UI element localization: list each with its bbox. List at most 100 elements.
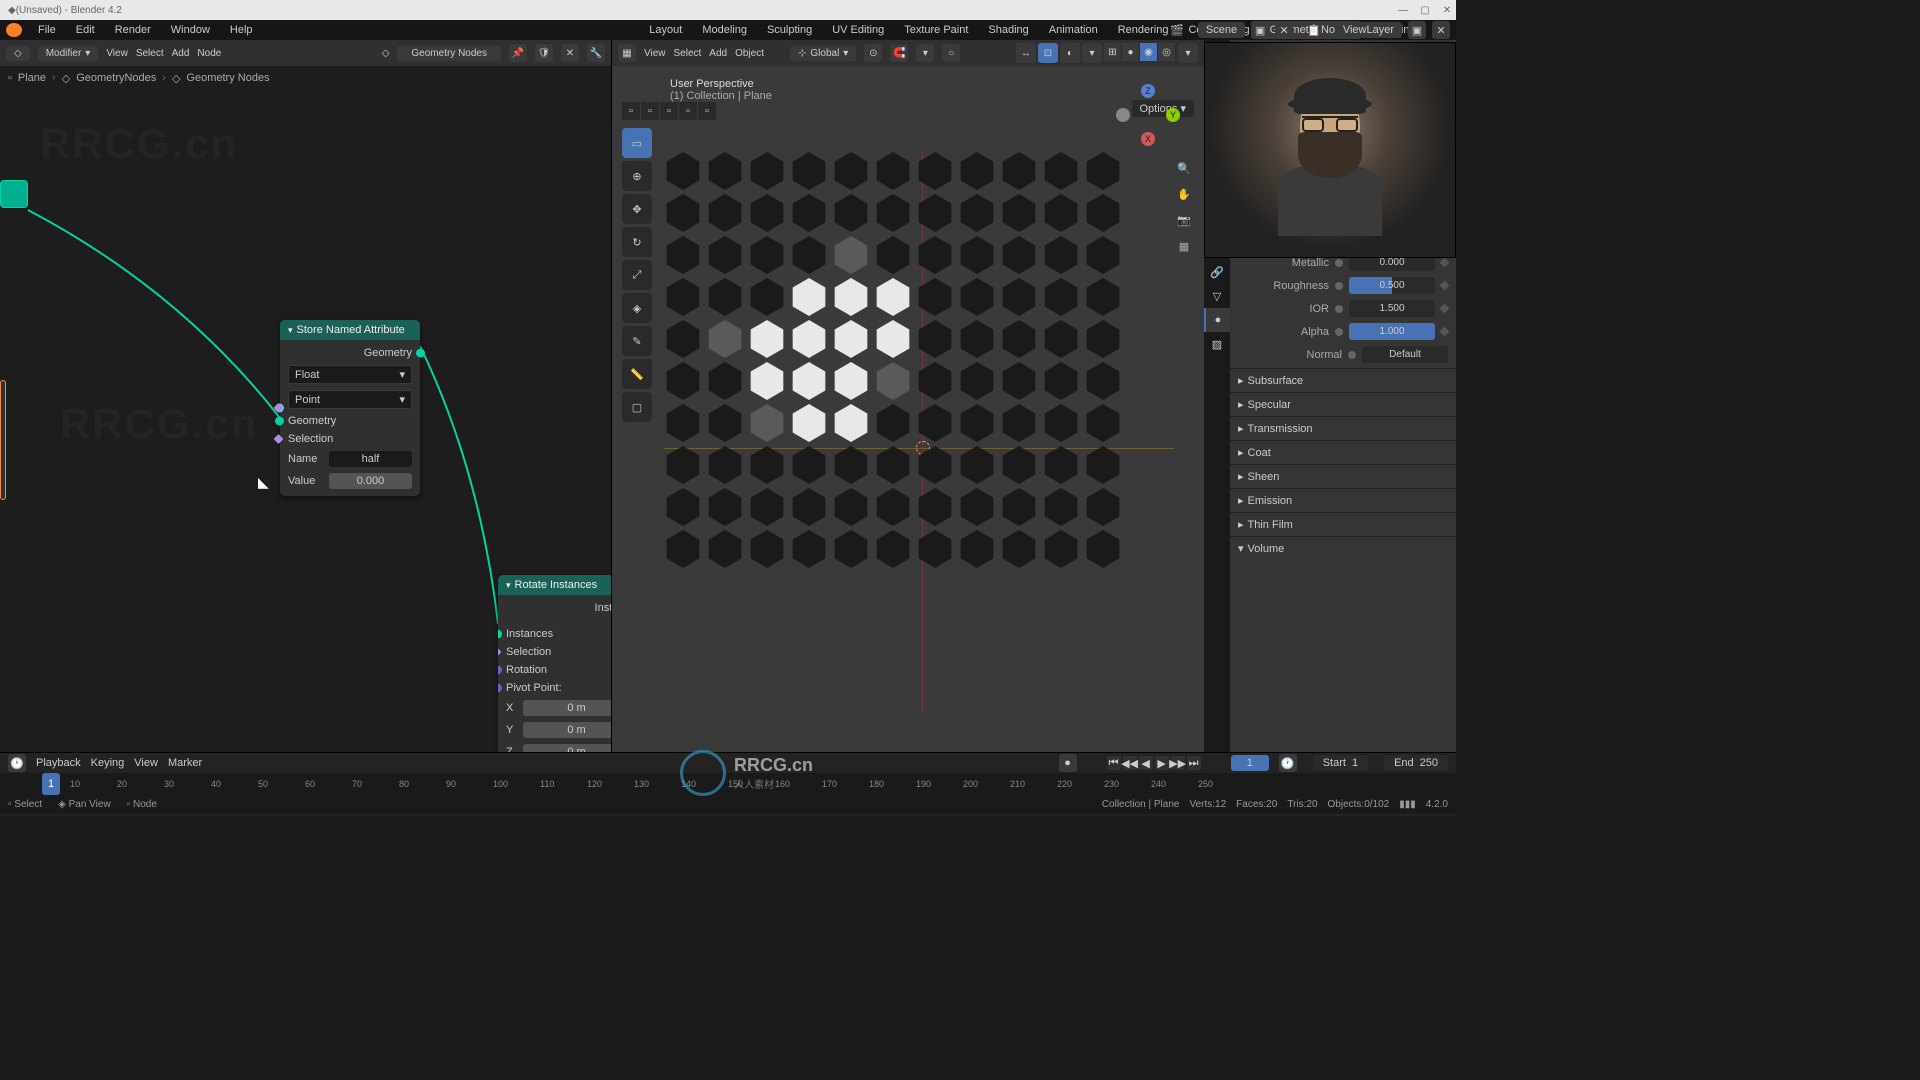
- node-menu-view[interactable]: View: [106, 48, 128, 59]
- tool-rotate[interactable]: ↻: [622, 227, 652, 257]
- shading-solid[interactable]: ●: [1122, 43, 1140, 61]
- modifier-dropdown[interactable]: Modifier ▾: [38, 46, 99, 61]
- tab-material[interactable]: ●: [1204, 308, 1230, 332]
- ior-keyframe-icon[interactable]: [1440, 304, 1450, 314]
- frame-start-field[interactable]: Start1: [1313, 755, 1368, 771]
- sel-mode-4[interactable]: ▫: [679, 102, 697, 120]
- tool-transform[interactable]: ◈: [622, 293, 652, 323]
- zoom-icon[interactable]: 🔍: [1174, 158, 1194, 178]
- timeline-playback[interactable]: Playback: [36, 757, 81, 769]
- tree-unlink-button[interactable]: ✕: [561, 44, 579, 62]
- playhead[interactable]: 1: [42, 773, 60, 795]
- tool-select-box[interactable]: ▭: [622, 128, 652, 158]
- tool-add-cube[interactable]: ▢: [622, 392, 652, 422]
- vp-menu-add[interactable]: Add: [709, 48, 727, 59]
- gizmo-y-axis[interactable]: Y: [1166, 108, 1180, 122]
- frame-end-field[interactable]: End250: [1384, 755, 1448, 771]
- prev-keyframe-button[interactable]: ◀◀: [1123, 756, 1137, 770]
- node-editor[interactable]: ◇ Modifier ▾ View Select Add Node ◇ Geom…: [0, 40, 612, 752]
- workspace-texture[interactable]: Texture Paint: [896, 22, 976, 38]
- ior-value[interactable]: 1.500: [1349, 300, 1435, 317]
- node-store-named-attribute[interactable]: ▾Store Named Attribute Geometry Float▾ P…: [280, 320, 420, 496]
- timeline-keying[interactable]: Keying: [91, 757, 125, 769]
- shading-dropdown-icon[interactable]: ▾: [1082, 43, 1102, 63]
- tab-texture[interactable]: ▨: [1204, 332, 1230, 356]
- bc-modifier[interactable]: GeometryNodes: [76, 72, 156, 84]
- datatype-dropdown[interactable]: Float▾: [288, 365, 412, 384]
- workspace-animation[interactable]: Animation: [1041, 22, 1106, 38]
- gizmo-z-axis[interactable]: Z: [1141, 84, 1155, 98]
- viewport-body[interactable]: ▫ ▫ ▫ ▫ ▫ Options ▾ User Perspective (1)…: [612, 66, 1204, 752]
- name-input[interactable]: half: [329, 451, 412, 467]
- subsurface-panel-header[interactable]: ▸ Subsurface: [1230, 369, 1456, 392]
- maximize-button[interactable]: ▢: [1420, 5, 1430, 16]
- pivot-point-icon[interactable]: ⊙: [864, 44, 882, 62]
- shading-options-dropdown[interactable]: ▾: [1178, 43, 1198, 63]
- overlays-toggle-icon[interactable]: ⊡: [1038, 43, 1058, 63]
- node-fragment-left[interactable]: [0, 380, 6, 500]
- snap-to-dropdown[interactable]: ▾: [916, 44, 934, 62]
- editor-type-icon[interactable]: ▦: [618, 44, 636, 62]
- metallic-keyframe-icon[interactable]: [1440, 258, 1450, 268]
- socket-pivot-in[interactable]: [498, 684, 502, 693]
- emission-panel-header[interactable]: ▸ Emission: [1230, 489, 1456, 512]
- menu-window[interactable]: Window: [163, 22, 218, 38]
- sel-mode-3[interactable]: ▫: [660, 102, 678, 120]
- shading-wireframe[interactable]: ⊞: [1104, 43, 1122, 61]
- gizmo-neg-axis[interactable]: [1116, 108, 1130, 122]
- thin-film-panel-header[interactable]: ▸ Thin Film: [1230, 513, 1456, 536]
- value-input[interactable]: 0.000: [329, 473, 412, 489]
- pivot-y-input[interactable]: 0 m: [523, 722, 611, 738]
- tool-move[interactable]: ✥: [622, 194, 652, 224]
- workspace-layout[interactable]: Layout: [641, 22, 690, 38]
- autokey-button[interactable]: ●: [1059, 754, 1077, 772]
- socket-geo-in[interactable]: [275, 417, 284, 426]
- normal-socket-icon[interactable]: [1348, 351, 1356, 359]
- domain-dropdown[interactable]: Point▾: [288, 390, 412, 409]
- node-menu-add[interactable]: Add: [172, 48, 190, 59]
- sel-mode-5[interactable]: ▫: [698, 102, 716, 120]
- persp-toggle-icon[interactable]: ▦: [1174, 236, 1194, 256]
- camera-icon[interactable]: 📷: [1174, 210, 1194, 230]
- shading-rendered[interactable]: ◎: [1158, 43, 1176, 61]
- node-fragment-top[interactable]: [0, 180, 28, 208]
- orientation-dropdown[interactable]: ⊹ Global ▾: [790, 46, 856, 61]
- tool-scale[interactable]: ⤢: [622, 260, 652, 290]
- socket-instances-in[interactable]: [498, 630, 502, 639]
- ior-socket-icon[interactable]: [1335, 305, 1343, 313]
- minimize-button[interactable]: —: [1398, 5, 1408, 16]
- navigation-gizmo[interactable]: Z Y X: [1116, 84, 1180, 148]
- menu-render[interactable]: Render: [107, 22, 159, 38]
- vp-menu-object[interactable]: Object: [735, 48, 764, 59]
- workspace-modeling[interactable]: Modeling: [694, 22, 755, 38]
- sel-mode-2[interactable]: ▫: [641, 102, 659, 120]
- scene-delete-button[interactable]: ✕: [1275, 21, 1293, 39]
- menu-help[interactable]: Help: [222, 22, 261, 38]
- timeline-editor-icon[interactable]: 🕐: [8, 754, 26, 772]
- tool-measure[interactable]: 📏: [622, 359, 652, 389]
- play-reverse-button[interactable]: ◀: [1139, 756, 1153, 770]
- timeline-marker[interactable]: Marker: [168, 757, 202, 769]
- coat-panel-header[interactable]: ▸ Coat: [1230, 441, 1456, 464]
- viewlayer-name[interactable]: ViewLayer: [1335, 22, 1402, 38]
- pivot-x-input[interactable]: 0 m: [523, 700, 611, 716]
- tab-constraints[interactable]: 🔗: [1204, 260, 1230, 284]
- gizmo-x-axis[interactable]: X: [1141, 132, 1155, 146]
- vp-menu-view[interactable]: View: [644, 48, 666, 59]
- vl-delete-button[interactable]: ✕: [1432, 21, 1450, 39]
- preview-range-icon[interactable]: 🕐: [1279, 754, 1297, 772]
- menu-file[interactable]: File: [30, 22, 64, 38]
- menu-edit[interactable]: Edit: [68, 22, 103, 38]
- pin-icon[interactable]: 📌: [509, 44, 527, 62]
- workspace-sculpting[interactable]: Sculpting: [759, 22, 820, 38]
- tree-shield-icon[interactable]: 🛡: [535, 44, 553, 62]
- volume-panel-header[interactable]: ▾ Volume: [1230, 537, 1456, 560]
- tree-wrench-icon[interactable]: 🔧: [587, 44, 605, 62]
- current-frame-field[interactable]: 1: [1231, 755, 1269, 771]
- viewport-3d[interactable]: ▦ View Select Add Object ⊹ Global ▾ ⊙ 🧲 …: [612, 40, 1204, 752]
- bc-tree[interactable]: Geometry Nodes: [186, 72, 269, 84]
- tab-data[interactable]: ▽: [1204, 284, 1230, 308]
- node-menu-node[interactable]: Node: [197, 48, 221, 59]
- workspace-shading[interactable]: Shading: [980, 22, 1036, 38]
- gizmo-toggle-icon[interactable]: ↔: [1016, 43, 1036, 63]
